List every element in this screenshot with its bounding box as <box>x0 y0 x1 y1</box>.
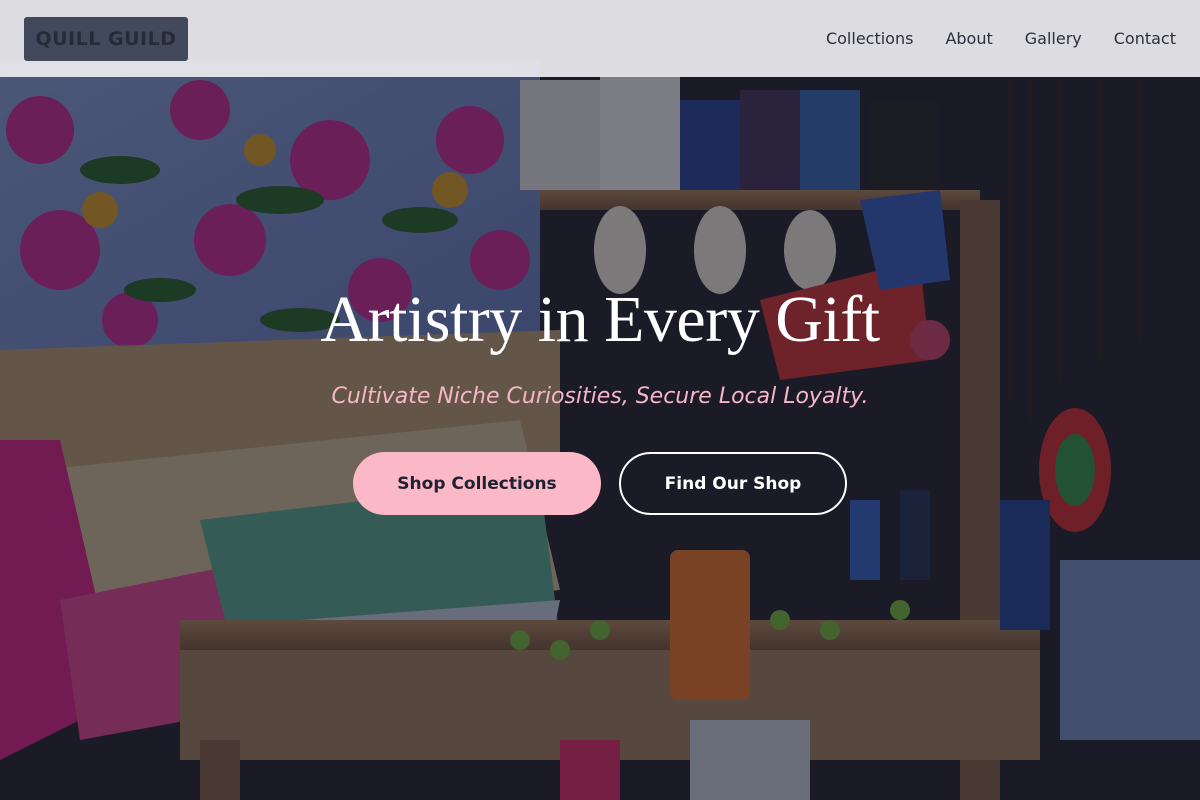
nav-link-about[interactable]: About <box>945 29 992 48</box>
site-header: QUILL GUILD Collections About Gallery Co… <box>0 0 1200 77</box>
nav-link-gallery[interactable]: Gallery <box>1025 29 1082 48</box>
hero-title: Artistry in Every Gift <box>320 283 880 356</box>
brand-logo[interactable]: QUILL GUILD <box>24 16 188 61</box>
nav-link-collections[interactable]: Collections <box>826 29 913 48</box>
shop-collections-button[interactable]: Shop Collections <box>353 452 601 515</box>
hero-subtitle: Cultivate Niche Curiosities, Secure Loca… <box>331 384 869 409</box>
main-nav: Collections About Gallery Contact <box>826 29 1176 48</box>
nav-link-contact[interactable]: Contact <box>1114 29 1176 48</box>
find-our-shop-button[interactable]: Find Our Shop <box>619 452 847 515</box>
hero-content: Artistry in Every Gift Cultivate Niche C… <box>0 280 1200 412</box>
hero-cta-row: Shop Collections Find Our Shop <box>0 452 1200 515</box>
logo-text: QUILL GUILD <box>35 27 177 50</box>
